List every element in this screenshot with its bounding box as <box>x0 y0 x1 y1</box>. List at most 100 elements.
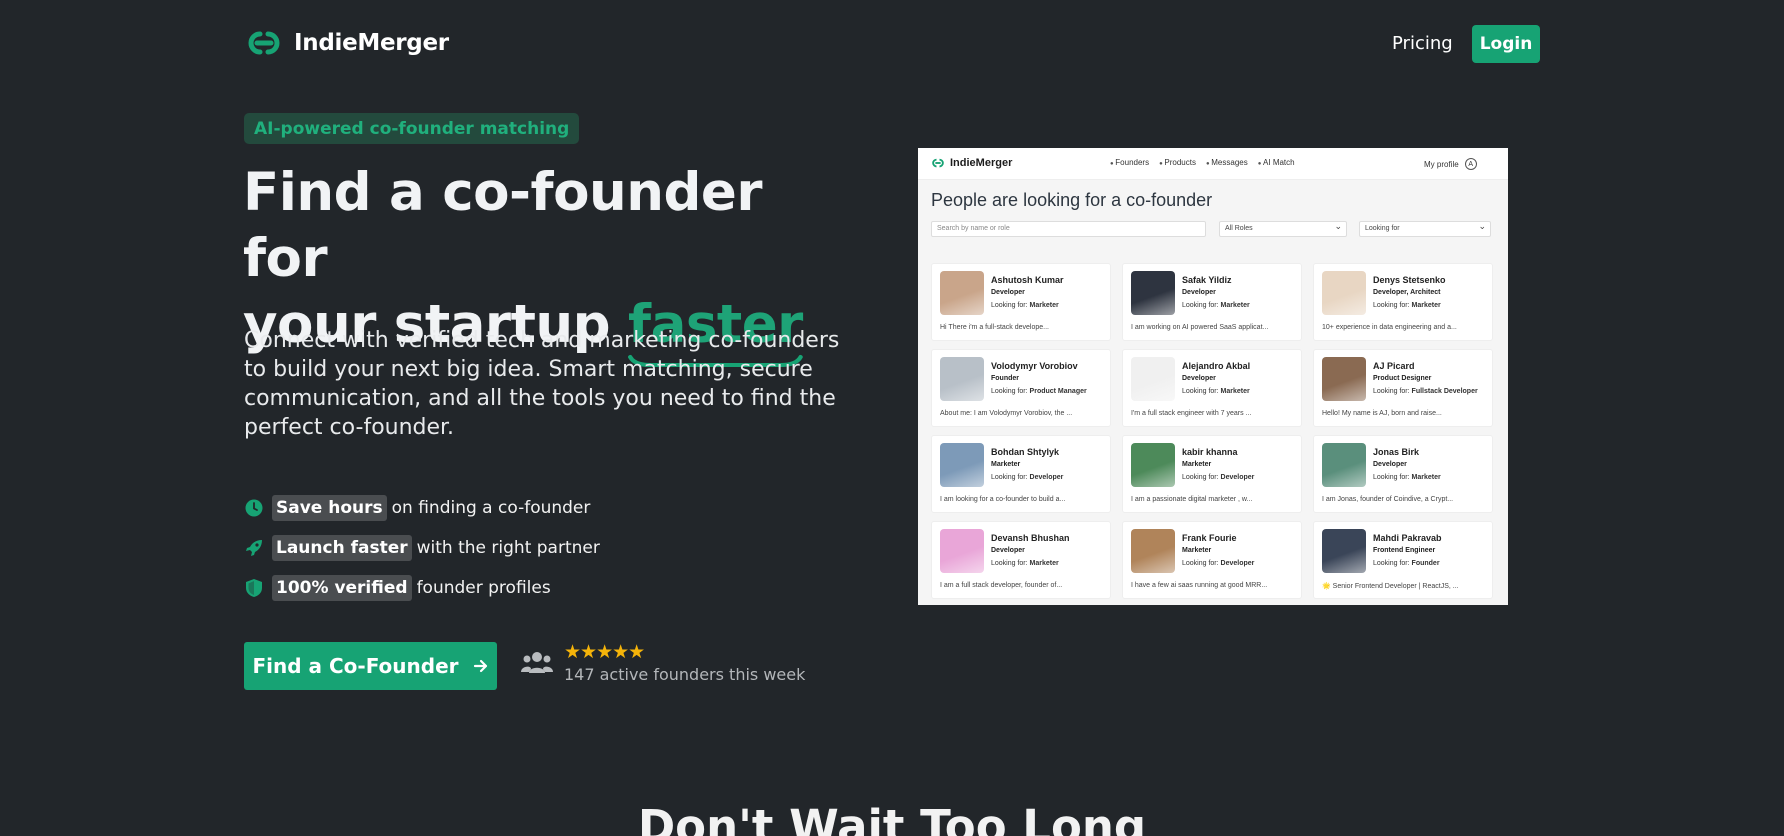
clock-icon <box>244 498 264 518</box>
founder-bio: I am a passionate digital marketer , w..… <box>1131 496 1253 503</box>
looking-for-label: Looking for: <box>1182 388 1219 395</box>
looking-for-value: Marketer <box>1029 302 1059 309</box>
brand-logo[interactable]: IndieMerger <box>244 27 449 59</box>
founder-looking-for: Looking for: Marketer <box>1373 474 1441 481</box>
founder-looking-for: Looking for: Product Manager <box>991 388 1087 395</box>
founder-card: Mahdi Pakravab Frontend Engineer Looking f… <box>1313 521 1493 599</box>
screenshot-menu-founders: Founders <box>1110 158 1149 167</box>
founder-looking-for: Looking for: Founder <box>1373 560 1440 567</box>
looking-for-value: Marketer <box>1411 474 1441 481</box>
feature-highlight: Save hours <box>272 495 387 521</box>
looking-for-value: Founder <box>1411 560 1440 567</box>
founder-looking-for: Looking for: Developer <box>1182 560 1254 567</box>
find-cofounder-label: Find a Co-Founder <box>252 654 459 678</box>
screenshot-menu: Founders Products Messages AI Match <box>1110 158 1295 167</box>
looking-for-label: Looking for: <box>991 474 1028 481</box>
founder-bio: I am working on AI powered SaaS applicat… <box>1131 324 1269 331</box>
rocket-icon <box>244 538 264 558</box>
looking-for-label: Looking for: <box>991 388 1028 395</box>
avatar <box>1131 443 1175 487</box>
login-button[interactable]: Login <box>1472 25 1540 63</box>
feature-item: 100% verified founder profiles <box>244 568 600 608</box>
app-screenshot: IndieMerger Founders Products Messages A… <box>918 148 1508 605</box>
avatar <box>940 529 984 573</box>
avatar <box>940 443 984 487</box>
looking-for-label: Looking for: <box>1182 560 1219 567</box>
founder-role: Developer <box>1182 289 1216 296</box>
feature-text: with the right partner <box>416 538 600 558</box>
founder-role: Marketer <box>1182 461 1212 468</box>
founder-name: Volodymyr Vorobiov <box>991 361 1078 371</box>
looking-for-value: Developer <box>1220 474 1255 481</box>
brand-name: IndieMerger <box>294 30 449 56</box>
founder-looking-for: Looking for: Marketer <box>1373 302 1441 309</box>
arrow-right-icon <box>473 659 487 673</box>
looking-for-value: Fullstack Developer <box>1411 388 1478 395</box>
screenshot-profile: My profile A <box>1424 158 1477 170</box>
founder-bio: Hi There i'm a full-stack develope... <box>940 324 1049 331</box>
screenshot-search-input: Search by name or role <box>931 221 1206 237</box>
looking-for-label: Looking for: <box>1182 474 1219 481</box>
feature-highlight: Launch faster <box>272 535 412 561</box>
section-heading: Don't Wait Too Long <box>637 800 1147 836</box>
founder-card: kabir khanna Marketer Looking for: Develop… <box>1122 435 1302 513</box>
active-founders-text: 147 active founders this week <box>564 665 806 684</box>
founder-looking-for: Looking for: Marketer <box>1182 302 1250 309</box>
founder-card: Jonas Birk Developer Looking for: Marketer… <box>1313 435 1493 513</box>
founder-looking-for: Looking for: Marketer <box>991 560 1059 567</box>
avatar <box>940 271 984 315</box>
screenshot-menu-products: Products <box>1159 158 1196 167</box>
founder-card: Frank Fourie Marketer Looking for: Develop… <box>1122 521 1302 599</box>
screenshot-menu-messages: Messages <box>1206 158 1247 167</box>
hero-subtitle: Connect with verified tech and marketing… <box>244 328 840 440</box>
founder-role: Marketer <box>1182 547 1212 554</box>
screenshot-looking-select: Looking for <box>1359 219 1491 237</box>
founder-bio: 🌟 Senior Frontend Developer | ReactJS, .… <box>1322 583 1459 590</box>
founder-role: Product Designer <box>1373 375 1432 382</box>
find-cofounder-button[interactable]: Find a Co-Founder <box>244 642 497 690</box>
founder-looking-for: Looking for: Marketer <box>991 302 1059 309</box>
founder-card-grid: Ashutosh Kumar Developer Looking for: Mark… <box>931 263 1493 599</box>
founder-bio: I am Jonas, founder of Coindive, a Crypt… <box>1322 496 1454 503</box>
screenshot-nav: IndieMerger Founders Products Messages A… <box>918 148 1508 180</box>
social-proof-text-block: ★★★★★ 147 active founders this week <box>564 642 805 684</box>
looking-for-label: Looking for: <box>1373 474 1410 481</box>
looking-for-value: Marketer <box>1220 388 1250 395</box>
screenshot-logo: IndieMerger <box>930 157 1012 169</box>
users-icon <box>521 652 553 673</box>
looking-for-value: Product Manager <box>1029 388 1087 395</box>
founder-bio: I have a few ai saas running at good MRR… <box>1131 582 1268 589</box>
founder-looking-for: Looking for: Marketer <box>1182 388 1250 395</box>
founder-bio: About me: I am Volodymyr Vorobiov, the .… <box>940 410 1073 417</box>
founder-card: Denys Stetsenko Developer, Architect Looki… <box>1313 263 1493 341</box>
founder-looking-for: Looking for: Fullstack Developer <box>1373 388 1478 395</box>
founder-name: kabir khanna <box>1182 447 1238 457</box>
avatar <box>1131 271 1175 315</box>
looking-for-label: Looking for: <box>1182 302 1219 309</box>
looking-for-label: Looking for: <box>991 560 1028 567</box>
founder-card: Bohdan Shtylyk Marketer Looking for: Devel… <box>931 435 1111 513</box>
avatar <box>1322 357 1366 401</box>
avatar: A <box>1464 158 1477 170</box>
link-logo-icon <box>932 158 944 168</box>
founder-bio: I am looking for a co-founder to build a… <box>940 496 1066 503</box>
founder-bio: Hello! My name is AJ, born and raise... <box>1322 410 1442 417</box>
screenshot-menu-ai-match: AI Match <box>1258 158 1295 167</box>
avatar <box>1131 357 1175 401</box>
founder-name: Safak Yildiz <box>1182 275 1232 285</box>
founder-name: Frank Fourie <box>1182 533 1237 543</box>
founder-bio: I am a full stack developer, founder of.… <box>940 582 1063 589</box>
looking-for-value: Marketer <box>1411 302 1441 309</box>
social-proof: ★★★★★ 147 active founders this week <box>520 642 805 684</box>
looking-for-value: Developer <box>1029 474 1064 481</box>
founder-role: Developer <box>991 547 1025 554</box>
founder-role: Developer <box>991 289 1025 296</box>
feature-list: Save hours on finding a co-founder Launc… <box>244 488 600 608</box>
founder-role: Founder <box>991 375 1019 382</box>
founder-name: AJ Picard <box>1373 361 1415 371</box>
founder-card: Devansh Bhushan Developer Looking for: Mar… <box>931 521 1111 599</box>
pricing-link[interactable]: Pricing <box>1392 33 1453 54</box>
rating-stars-icon: ★★★★★ <box>564 641 645 663</box>
founder-name: Alejandro Akbal <box>1182 361 1251 371</box>
founder-name: Bohdan Shtylyk <box>991 447 1060 457</box>
